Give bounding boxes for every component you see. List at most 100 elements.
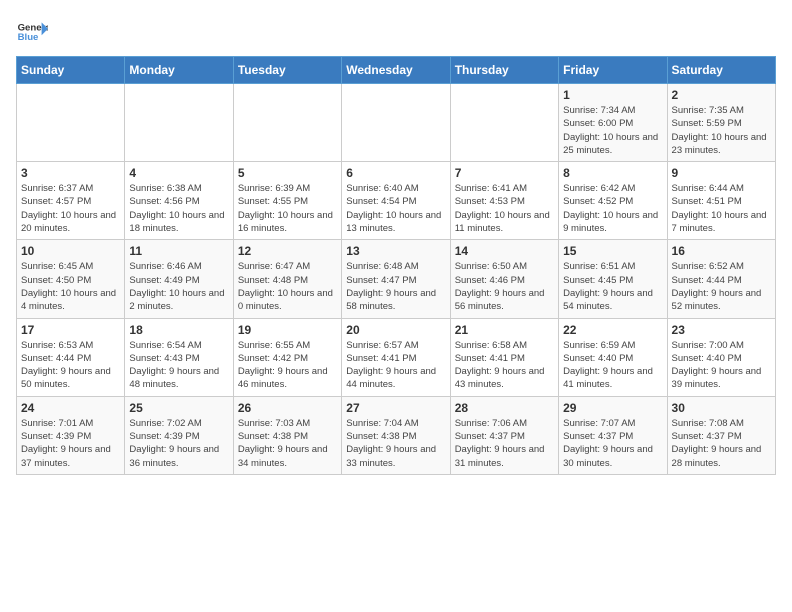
day-info: Sunrise: 6:40 AM Sunset: 4:54 PM Dayligh… — [346, 182, 445, 235]
calendar-cell: 26 Sunrise: 7:03 AM Sunset: 4:38 PM Dayli… — [233, 396, 341, 474]
day-number: 16 — [672, 244, 771, 258]
day-number: 26 — [238, 401, 337, 415]
day-info: Sunrise: 6:42 AM Sunset: 4:52 PM Dayligh… — [563, 182, 662, 235]
calendar-cell: 20 Sunrise: 6:57 AM Sunset: 4:41 PM Dayli… — [342, 318, 450, 396]
day-number: 29 — [563, 401, 662, 415]
calendar-cell: 16 Sunrise: 6:52 AM Sunset: 4:44 PM Dayli… — [667, 240, 775, 318]
calendar-cell — [342, 84, 450, 162]
calendar-cell: 15 Sunrise: 6:51 AM Sunset: 4:45 PM Dayli… — [559, 240, 667, 318]
day-number: 15 — [563, 244, 662, 258]
day-info: Sunrise: 6:58 AM Sunset: 4:41 PM Dayligh… — [455, 339, 554, 392]
day-info: Sunrise: 6:54 AM Sunset: 4:43 PM Dayligh… — [129, 339, 228, 392]
day-info: Sunrise: 6:53 AM Sunset: 4:44 PM Dayligh… — [21, 339, 120, 392]
calendar-cell: 25Sunrise: 7:02 AM Sunset: 4:39 PM Dayli… — [125, 396, 233, 474]
day-number: 28 — [455, 401, 554, 415]
day-number: 4 — [129, 166, 228, 180]
calendar-cell: 22 Sunrise: 6:59 AM Sunset: 4:40 PM Dayli… — [559, 318, 667, 396]
calendar-cell: 5 Sunrise: 6:39 AM Sunset: 4:55 PM Daylig… — [233, 162, 341, 240]
calendar-cell: 27 Sunrise: 7:04 AM Sunset: 4:38 PM Dayli… — [342, 396, 450, 474]
day-info: Sunrise: 6:45 AM Sunset: 4:50 PM Dayligh… — [21, 260, 120, 313]
day-number: 18 — [129, 323, 228, 337]
calendar-cell: 14Sunrise: 6:50 AM Sunset: 4:46 PM Dayli… — [450, 240, 558, 318]
calendar-header-monday: Monday — [125, 57, 233, 84]
calendar-cell: 29 Sunrise: 7:07 AM Sunset: 4:37 PM Dayli… — [559, 396, 667, 474]
day-number: 7 — [455, 166, 554, 180]
day-number: 30 — [672, 401, 771, 415]
calendar-cell: 4 Sunrise: 6:38 AM Sunset: 4:56 PM Daylig… — [125, 162, 233, 240]
calendar-cell: 24 Sunrise: 7:01 AM Sunset: 4:39 PM Dayli… — [17, 396, 125, 474]
day-info: Sunrise: 6:55 AM Sunset: 4:42 PM Dayligh… — [238, 339, 337, 392]
day-info: Sunrise: 6:59 AM Sunset: 4:40 PM Dayligh… — [563, 339, 662, 392]
day-info: Sunrise: 7:34 AM Sunset: 6:00 PM Dayligh… — [563, 104, 662, 157]
day-number: 12 — [238, 244, 337, 258]
day-info: Sunrise: 7:07 AM Sunset: 4:37 PM Dayligh… — [563, 417, 662, 470]
day-number: 24 — [21, 401, 120, 415]
calendar-cell: 2 Sunrise: 7:35 AM Sunset: 5:59 PM Daylig… — [667, 84, 775, 162]
svg-text:Blue: Blue — [18, 32, 39, 43]
day-info: Sunrise: 7:03 AM Sunset: 4:38 PM Dayligh… — [238, 417, 337, 470]
day-number: 2 — [672, 88, 771, 102]
day-info: Sunrise: 6:47 AM Sunset: 4:48 PM Dayligh… — [238, 260, 337, 313]
logo: General Blue — [16, 16, 52, 48]
calendar-cell — [125, 84, 233, 162]
day-info: Sunrise: 6:51 AM Sunset: 4:45 PM Dayligh… — [563, 260, 662, 313]
calendar-cell: 8 Sunrise: 6:42 AM Sunset: 4:52 PM Daylig… — [559, 162, 667, 240]
calendar-cell: 9 Sunrise: 6:44 AM Sunset: 4:51 PM Daylig… — [667, 162, 775, 240]
calendar-header-tuesday: Tuesday — [233, 57, 341, 84]
calendar-cell: 17 Sunrise: 6:53 AM Sunset: 4:44 PM Dayli… — [17, 318, 125, 396]
day-info: Sunrise: 6:57 AM Sunset: 4:41 PM Dayligh… — [346, 339, 445, 392]
day-info: Sunrise: 6:46 AM Sunset: 4:49 PM Dayligh… — [129, 260, 228, 313]
day-number: 20 — [346, 323, 445, 337]
calendar-cell: 12 Sunrise: 6:47 AM Sunset: 4:48 PM Dayli… — [233, 240, 341, 318]
logo-icon: General Blue — [16, 16, 48, 48]
calendar-cell — [450, 84, 558, 162]
calendar-header-friday: Friday — [559, 57, 667, 84]
calendar-header-sunday: Sunday — [17, 57, 125, 84]
day-info: Sunrise: 6:38 AM Sunset: 4:56 PM Dayligh… — [129, 182, 228, 235]
calendar-header-wednesday: Wednesday — [342, 57, 450, 84]
day-number: 1 — [563, 88, 662, 102]
calendar-cell: 11 Sunrise: 6:46 AM Sunset: 4:49 PM Dayli… — [125, 240, 233, 318]
calendar-cell: 10 Sunrise: 6:45 AM Sunset: 4:50 PM Dayli… — [17, 240, 125, 318]
calendar-cell: 13Sunrise: 6:48 AM Sunset: 4:47 PM Dayli… — [342, 240, 450, 318]
day-info: Sunrise: 6:41 AM Sunset: 4:53 PM Dayligh… — [455, 182, 554, 235]
day-info: Sunrise: 7:35 AM Sunset: 5:59 PM Dayligh… — [672, 104, 771, 157]
day-info: Sunrise: 7:08 AM Sunset: 4:37 PM Dayligh… — [672, 417, 771, 470]
day-number: 9 — [672, 166, 771, 180]
calendar-cell: 30 Sunrise: 7:08 AM Sunset: 4:37 PM Dayli… — [667, 396, 775, 474]
day-number: 6 — [346, 166, 445, 180]
day-number: 27 — [346, 401, 445, 415]
day-number: 11 — [129, 244, 228, 258]
calendar-cell: 3Sunrise: 6:37 AM Sunset: 4:57 PM Daylig… — [17, 162, 125, 240]
calendar-cell — [233, 84, 341, 162]
day-number: 5 — [238, 166, 337, 180]
day-number: 17 — [21, 323, 120, 337]
calendar-body: 1 Sunrise: 7:34 AM Sunset: 6:00 PM Daylig… — [17, 84, 776, 475]
calendar-week-1: 1 Sunrise: 7:34 AM Sunset: 6:00 PM Daylig… — [17, 84, 776, 162]
day-number: 14 — [455, 244, 554, 258]
calendar-cell: 7 Sunrise: 6:41 AM Sunset: 4:53 PM Daylig… — [450, 162, 558, 240]
day-info: Sunrise: 6:48 AM Sunset: 4:47 PM Dayligh… — [346, 260, 445, 313]
day-number: 10 — [21, 244, 120, 258]
calendar-cell — [17, 84, 125, 162]
day-info: Sunrise: 6:37 AM Sunset: 4:57 PM Dayligh… — [21, 182, 120, 235]
day-info: Sunrise: 7:04 AM Sunset: 4:38 PM Dayligh… — [346, 417, 445, 470]
calendar-cell: 1 Sunrise: 7:34 AM Sunset: 6:00 PM Daylig… — [559, 84, 667, 162]
day-number: 8 — [563, 166, 662, 180]
calendar-cell: 28Sunrise: 7:06 AM Sunset: 4:37 PM Dayli… — [450, 396, 558, 474]
day-info: Sunrise: 6:52 AM Sunset: 4:44 PM Dayligh… — [672, 260, 771, 313]
day-info: Sunrise: 6:44 AM Sunset: 4:51 PM Dayligh… — [672, 182, 771, 235]
day-info: Sunrise: 6:39 AM Sunset: 4:55 PM Dayligh… — [238, 182, 337, 235]
calendar-header-thursday: Thursday — [450, 57, 558, 84]
day-number: 19 — [238, 323, 337, 337]
day-number: 22 — [563, 323, 662, 337]
calendar-table: SundayMondayTuesdayWednesdayThursdayFrid… — [16, 56, 776, 475]
calendar-cell: 19 Sunrise: 6:55 AM Sunset: 4:42 PM Dayli… — [233, 318, 341, 396]
day-number: 23 — [672, 323, 771, 337]
calendar-week-2: 3Sunrise: 6:37 AM Sunset: 4:57 PM Daylig… — [17, 162, 776, 240]
calendar-header-saturday: Saturday — [667, 57, 775, 84]
calendar-week-4: 17 Sunrise: 6:53 AM Sunset: 4:44 PM Dayli… — [17, 318, 776, 396]
calendar-cell: 6 Sunrise: 6:40 AM Sunset: 4:54 PM Daylig… — [342, 162, 450, 240]
day-info: Sunrise: 7:01 AM Sunset: 4:39 PM Dayligh… — [21, 417, 120, 470]
day-number: 25 — [129, 401, 228, 415]
